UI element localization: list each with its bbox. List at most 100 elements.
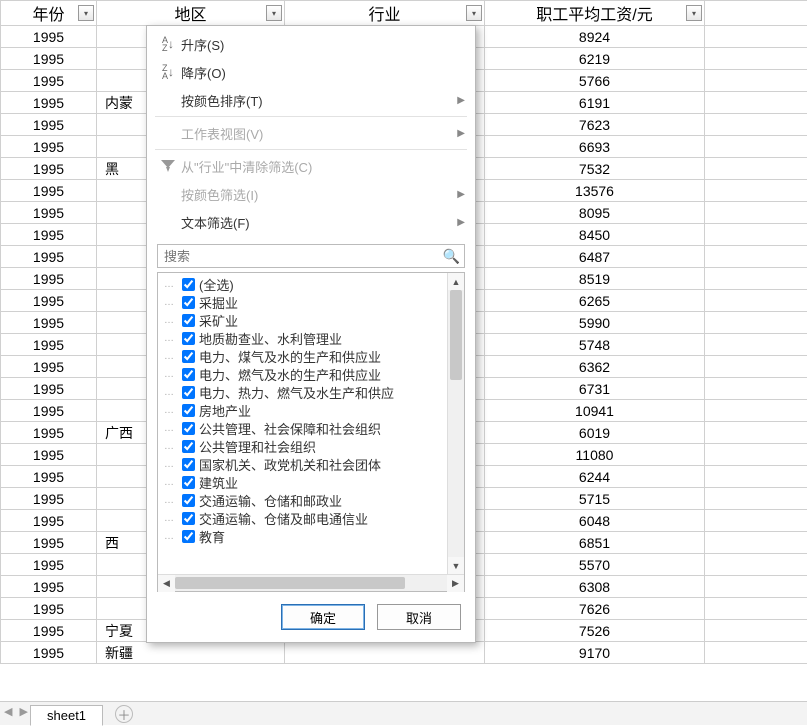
tree-horizontal-scrollbar[interactable]: ◀ ▶ [158,574,464,591]
cell-extra[interactable] [705,180,807,202]
cell-year[interactable]: 1995 [1,598,97,620]
cell-salary[interactable]: 5766 [485,70,705,92]
cell-salary[interactable]: 6244 [485,466,705,488]
cell-year[interactable]: 1995 [1,620,97,642]
cell-year[interactable]: 1995 [1,334,97,356]
cell-region[interactable]: 新疆 [97,642,285,664]
cell-year[interactable]: 1995 [1,444,97,466]
cell-year[interactable]: 1995 [1,202,97,224]
filter-search-input[interactable] [162,248,443,265]
cell-salary[interactable]: 6731 [485,378,705,400]
filter-checkbox[interactable] [182,440,195,453]
header-industry[interactable]: 行业 ▾ [285,1,485,26]
cell-year[interactable]: 1995 [1,158,97,180]
cell-salary[interactable]: 6851 [485,532,705,554]
cell-extra[interactable] [705,334,807,356]
menu-sort-asc[interactable]: AZ↓ 升序(S) [147,30,475,58]
filter-tree-item[interactable]: …电力、煤气及水的生产和供应业 [164,347,464,365]
filter-checkbox[interactable] [182,512,195,525]
filter-tree-item[interactable]: …采掘业 [164,293,464,311]
cell-salary[interactable]: 6487 [485,246,705,268]
cell-year[interactable]: 1995 [1,510,97,532]
cell-year[interactable]: 1995 [1,114,97,136]
cell-extra[interactable] [705,400,807,422]
cell-salary[interactable]: 11080 [485,444,705,466]
cell-extra[interactable] [705,246,807,268]
filter-tree-item[interactable]: …建筑业 [164,473,464,491]
menu-sort-desc[interactable]: ZA↓ 降序(O) [147,58,475,86]
cell-extra[interactable] [705,466,807,488]
cell-industry[interactable] [285,642,485,664]
cell-extra[interactable] [705,202,807,224]
header-year[interactable]: 年份 ▾ [1,1,97,26]
filter-checkbox[interactable] [182,278,195,291]
menu-text-filter[interactable]: 文本筛选(F) ▶ [147,208,475,236]
filter-button-year[interactable]: ▾ [78,5,94,21]
cancel-button[interactable]: 取消 [377,604,461,630]
filter-checkbox[interactable] [182,350,195,363]
cell-year[interactable]: 1995 [1,224,97,246]
filter-tree-item[interactable]: …地质勘查业、水利管理业 [164,329,464,347]
cell-extra[interactable] [705,136,807,158]
filter-tree-item[interactable]: …房地产业 [164,401,464,419]
cell-extra[interactable] [705,114,807,136]
cell-extra[interactable] [705,532,807,554]
ok-button[interactable]: 确定 [281,604,365,630]
cell-salary[interactable]: 6191 [485,92,705,114]
cell-salary[interactable]: 7532 [485,158,705,180]
cell-year[interactable]: 1995 [1,554,97,576]
cell-extra[interactable] [705,378,807,400]
cell-extra[interactable] [705,576,807,598]
scroll-up-icon[interactable]: ▲ [448,273,464,290]
cell-salary[interactable]: 6308 [485,576,705,598]
cell-year[interactable]: 1995 [1,642,97,664]
cell-year[interactable]: 1995 [1,26,97,48]
cell-year[interactable]: 1995 [1,466,97,488]
menu-sort-by-color[interactable]: 按颜色排序(T) ▶ [147,86,475,114]
scroll-thumb-h[interactable] [175,577,405,589]
cell-salary[interactable]: 6019 [485,422,705,444]
filter-button-region[interactable]: ▾ [266,5,282,21]
filter-checkbox[interactable] [182,458,195,471]
filter-tree-item[interactable]: …教育 [164,527,464,545]
filter-button-industry[interactable]: ▾ [466,5,482,21]
scroll-right-icon[interactable]: ▶ [447,575,464,592]
tree-vertical-scrollbar[interactable]: ▲ ▼ [447,273,464,574]
cell-salary[interactable]: 7626 [485,598,705,620]
cell-salary[interactable]: 8450 [485,224,705,246]
cell-year[interactable]: 1995 [1,488,97,510]
cell-salary[interactable]: 13576 [485,180,705,202]
cell-year[interactable]: 1995 [1,246,97,268]
cell-extra[interactable] [705,356,807,378]
header-region[interactable]: 地区 ▾ [97,1,285,26]
cell-year[interactable]: 1995 [1,136,97,158]
cell-year[interactable]: 1995 [1,290,97,312]
cell-extra[interactable] [705,620,807,642]
filter-tree-item[interactable]: …公共管理、社会保障和社会组织 [164,419,464,437]
cell-extra[interactable] [705,488,807,510]
filter-tree-item[interactable]: …电力、燃气及水的生产和供应业 [164,365,464,383]
cell-year[interactable]: 1995 [1,532,97,554]
filter-checkbox[interactable] [182,332,195,345]
filter-checkbox[interactable] [182,422,195,435]
cell-year[interactable]: 1995 [1,48,97,70]
table-row[interactable]: 1995新疆9170 [1,642,807,664]
cell-salary[interactable]: 8095 [485,202,705,224]
cell-salary[interactable]: 6219 [485,48,705,70]
filter-checkbox[interactable] [182,404,195,417]
cell-year[interactable]: 1995 [1,70,97,92]
cell-year[interactable]: 1995 [1,400,97,422]
cell-year[interactable]: 1995 [1,356,97,378]
filter-button-salary[interactable]: ▾ [686,5,702,21]
cell-extra[interactable] [705,290,807,312]
cell-year[interactable]: 1995 [1,422,97,444]
filter-tree-item[interactable]: …国家机关、政党机关和社会团体 [164,455,464,473]
cell-extra[interactable] [705,444,807,466]
scroll-left-icon[interactable]: ◀ [158,575,175,592]
add-sheet-button[interactable]: ＋ [115,705,133,723]
filter-search-box[interactable]: 🔍 [157,244,465,268]
cell-extra[interactable] [705,92,807,114]
cell-year[interactable]: 1995 [1,180,97,202]
cell-year[interactable]: 1995 [1,312,97,334]
cell-extra[interactable] [705,268,807,290]
